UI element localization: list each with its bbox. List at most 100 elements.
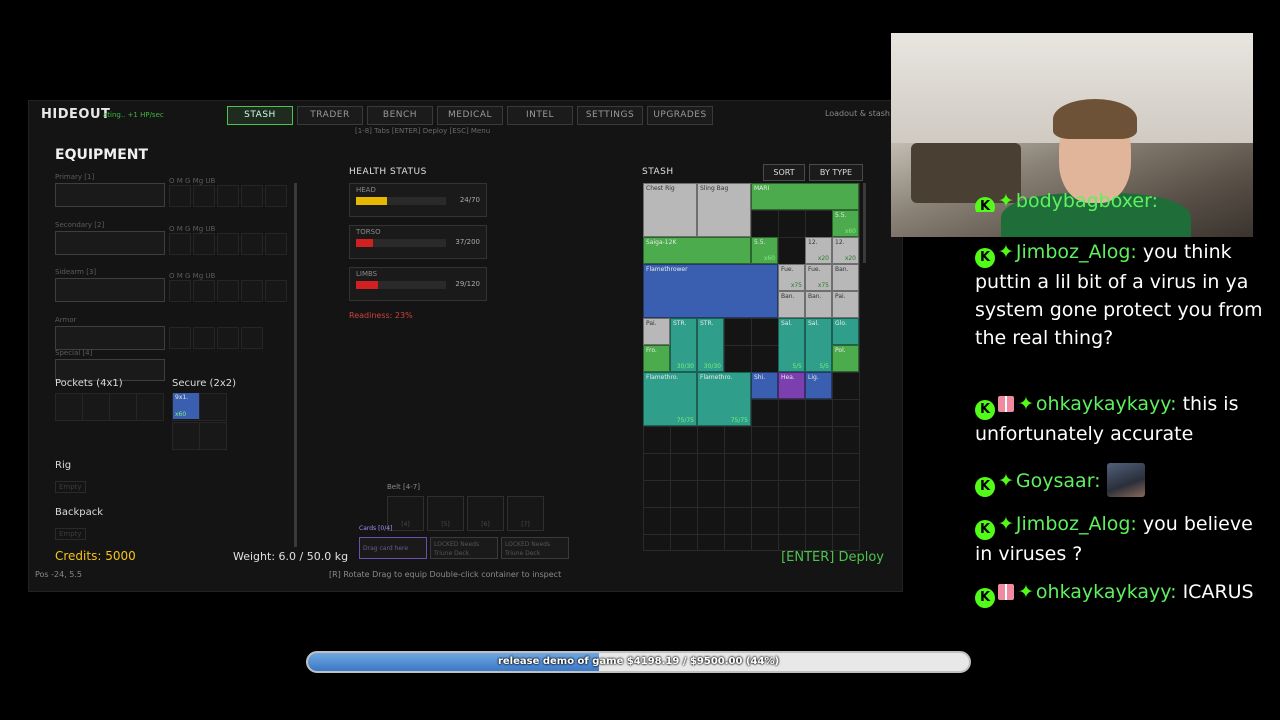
stash-item[interactable]: Sal. 5/5: [805, 318, 832, 372]
mod-slot[interactable]: [193, 327, 215, 349]
pocket-cell[interactable]: [82, 393, 110, 421]
tab-bench[interactable]: BENCH: [367, 106, 433, 125]
rig-slot[interactable]: Empty: [55, 481, 86, 493]
pocket-cell[interactable]: [136, 393, 164, 421]
stash-item[interactable]: Pai.: [832, 291, 859, 318]
secure-cell[interactable]: [172, 422, 200, 450]
stash-item-name: Ban.: [808, 293, 822, 300]
mod-slot[interactable]: [193, 185, 215, 207]
secure-cell[interactable]: [199, 422, 227, 450]
stash-item-name: Shi.: [754, 374, 766, 381]
mod-slot[interactable]: [265, 233, 287, 255]
stash-item[interactable]: MARI: [751, 183, 859, 210]
stash-item[interactable]: Fue. x75: [805, 264, 832, 291]
chat-username: bodybagboxer:: [1015, 190, 1159, 212]
mod-slot[interactable]: [169, 185, 191, 207]
mod-slot[interactable]: [169, 280, 191, 302]
card-drop-slot[interactable]: Drag card here: [359, 537, 427, 559]
belt-slot[interactable]: [7]: [507, 496, 544, 531]
stash-item[interactable]: Saiga-12K: [643, 237, 751, 264]
mod-slot[interactable]: [241, 327, 263, 349]
stash-item[interactable]: Ban.: [832, 264, 859, 291]
stash-item-qty: x60: [763, 255, 775, 262]
stash-item[interactable]: Fue. x75: [778, 264, 805, 291]
stash-item[interactable]: Chest Rig: [643, 183, 697, 237]
pocket-cell[interactable]: [55, 393, 83, 421]
stash-item[interactable]: Hea.: [778, 372, 805, 399]
diamond-badge-icon: ✦: [998, 190, 1014, 212]
mod-slot[interactable]: [241, 185, 263, 207]
mod-slot[interactable]: [193, 233, 215, 255]
primary-slot[interactable]: [55, 183, 165, 207]
kick-badge-icon: K: [975, 588, 995, 608]
sidearm-slot[interactable]: [55, 278, 165, 302]
stash-item[interactable]: Pol.: [832, 345, 859, 372]
primary-mod-labels: O M G Mg UB: [169, 177, 216, 185]
stash-item[interactable]: Pai.: [643, 318, 670, 345]
backpack-slot[interactable]: Empty: [55, 528, 86, 540]
mod-slot[interactable]: [217, 327, 239, 349]
mod-slot[interactable]: [193, 280, 215, 302]
mod-slot[interactable]: [241, 280, 263, 302]
readiness-text: Readiness: 23%: [349, 311, 413, 320]
stash-item[interactable]: Glo.: [832, 318, 859, 345]
mod-slot[interactable]: [265, 185, 287, 207]
sort-button[interactable]: SORT: [763, 164, 805, 181]
stash-item[interactable]: Sling Bag: [697, 183, 751, 237]
tab-upgrades[interactable]: UPGRADES: [647, 106, 713, 125]
mod-slot[interactable]: [217, 185, 239, 207]
mod-slot[interactable]: [265, 280, 287, 302]
deploy-button[interactable]: [ENTER] Deploy: [781, 550, 884, 565]
heal-status-text: ating.. +1 HP/sec: [103, 111, 164, 119]
stash-item[interactable]: Fro.: [643, 345, 670, 372]
stash-item-name: Ban.: [781, 293, 795, 300]
belt-slot[interactable]: [4]: [387, 496, 424, 531]
stash-item[interactable]: 5.5. x60: [751, 237, 778, 264]
belt-slot[interactable]: [6]: [467, 496, 504, 531]
stash-item-name: Sling Bag: [700, 185, 729, 192]
stash-item[interactable]: Lig.: [805, 372, 832, 399]
health-part-name: LIMBS: [356, 270, 378, 278]
mod-slot[interactable]: [169, 327, 191, 349]
belt-slot[interactable]: [5]: [427, 496, 464, 531]
mod-slot[interactable]: [241, 233, 263, 255]
pocket-cell[interactable]: [109, 393, 137, 421]
stash-item[interactable]: STR. 30/30: [670, 318, 697, 372]
stash-item[interactable]: Ban.: [805, 291, 832, 318]
secondary-slot[interactable]: [55, 231, 165, 255]
stash-item[interactable]: Shi.: [751, 372, 778, 399]
equipment-scrollbar[interactable]: [294, 183, 297, 547]
tab-intel[interactable]: INTEL: [507, 106, 573, 125]
stash-item-name: Fue.: [781, 266, 794, 273]
mod-slot[interactable]: [169, 233, 191, 255]
chat-message: K ✦ Jimboz_Alog: you believe in viruses ?: [975, 510, 1265, 568]
tab-stash[interactable]: STASH: [227, 106, 293, 125]
stash-item[interactable]: Flamethro. 75/75: [643, 372, 697, 426]
belt-label: Belt [4-7]: [387, 483, 420, 491]
stash-item[interactable]: Flamethrower: [643, 264, 778, 318]
stash-scrollbar[interactable]: [863, 183, 866, 263]
armor-slot[interactable]: [55, 326, 165, 350]
stash-item[interactable]: Sal. 5/5: [778, 318, 805, 372]
tab-medical[interactable]: MEDICAL: [437, 106, 503, 125]
tab-settings[interactable]: SETTINGS: [577, 106, 643, 125]
secure-cell[interactable]: [199, 393, 227, 421]
health-bar-fill: [356, 197, 387, 205]
stash-item-qty: 30/30: [703, 363, 721, 370]
stash-item-qty: x60: [844, 228, 856, 235]
stash-item[interactable]: 12. x20: [805, 237, 832, 264]
stash-item[interactable]: Flamethro. 75/75: [697, 372, 751, 426]
secure-ammo-item[interactable]: 9x1. x60: [173, 393, 199, 419]
stash-item[interactable]: STR. 30/30: [697, 318, 724, 372]
chat-cutoff-message: K ✦ bodybagboxer:: [975, 190, 1265, 212]
stash-item[interactable]: 5.5. x60: [832, 210, 859, 237]
health-value: 24/70: [459, 196, 480, 204]
stash-item[interactable]: Ban.: [778, 291, 805, 318]
stash-item[interactable]: 12. x20: [832, 237, 859, 264]
sort-by-type-button[interactable]: BY TYPE: [809, 164, 863, 181]
mod-slot[interactable]: [217, 233, 239, 255]
diamond-badge-icon: ✦: [998, 513, 1014, 535]
tab-trader[interactable]: TRADER: [297, 106, 363, 125]
credits-display: Credits: 5000: [55, 549, 136, 563]
mod-slot[interactable]: [217, 280, 239, 302]
